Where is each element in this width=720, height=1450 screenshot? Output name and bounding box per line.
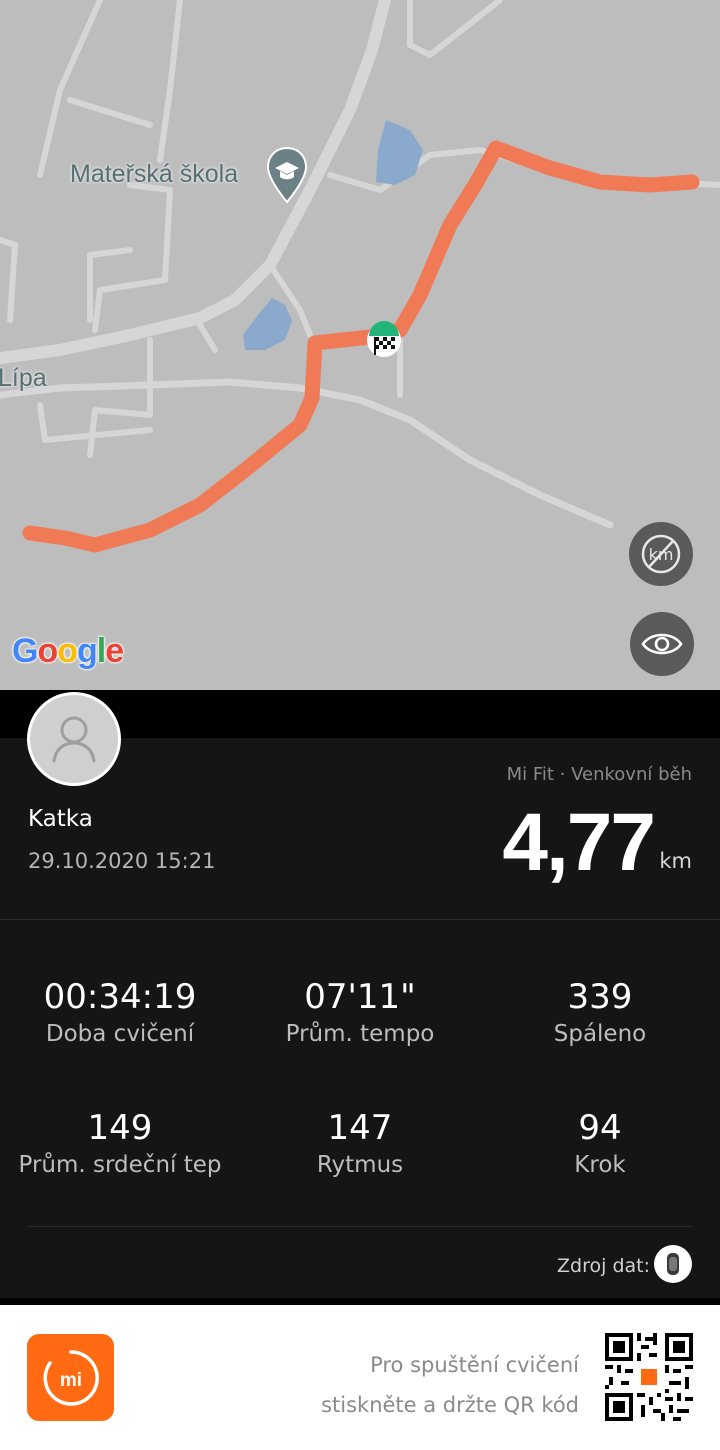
stat-value: 339: [567, 977, 633, 1017]
stat-cadence: 147 Rytmus: [240, 1108, 480, 1178]
stat-heart-rate: 149 Prům. srdeční tep: [0, 1108, 240, 1178]
finish-flag-icon[interactable]: [366, 316, 402, 366]
qr-hint-line: stiskněte a držte QR kód: [321, 1393, 579, 1417]
eye-icon[interactable]: [630, 612, 694, 676]
qr-code-icon[interactable]: [605, 1333, 693, 1421]
stat-label: Rytmus: [316, 1152, 404, 1178]
km-off-icon[interactable]: km: [629, 522, 693, 586]
stat-pace: 07'11" Prům. tempo: [240, 977, 480, 1047]
smartwatch-icon[interactable]: [654, 1245, 692, 1283]
stat-value: 00:34:19: [43, 977, 197, 1017]
user-icon: [52, 716, 96, 763]
google-logo: Google: [12, 632, 124, 670]
workout-datetime: 29.10.2020 15:21: [28, 849, 216, 873]
stat-value: 147: [327, 1108, 393, 1148]
svg-text:mi: mi: [59, 1370, 81, 1391]
map-label-town: Lípa: [0, 364, 47, 392]
data-source-label: Zdroj dat:: [557, 1255, 650, 1277]
share-footer: mi Pro spuštění cvičení stiskněte a držt…: [0, 1305, 720, 1450]
school-pin-icon[interactable]: [266, 146, 308, 204]
distance-value: 4,77: [502, 797, 656, 888]
mi-logo-icon: mi: [27, 1334, 114, 1421]
qr-hint-line: Pro spuštění cvičení: [370, 1353, 579, 1377]
stat-label: Doba cvičení: [45, 1021, 195, 1047]
stat-label: Prům. srdeční tep: [18, 1152, 222, 1178]
avatar[interactable]: [27, 692, 121, 786]
workout-source-title: Mi Fit · Venkovní běh: [506, 764, 692, 785]
divider: [28, 1226, 692, 1227]
qr-hint: Pro spuštění cvičení stiskněte a držte Q…: [321, 1345, 579, 1425]
map-view[interactable]: Mateřská škola Lípa km: [0, 0, 720, 690]
stat-duration: 00:34:19 Doba cvičení: [0, 977, 240, 1047]
divider: [0, 919, 720, 920]
stat-label: Krok: [574, 1152, 626, 1178]
stat-value: 149: [87, 1108, 153, 1148]
stat-value: 07'11": [304, 977, 416, 1017]
route-path: [22, 140, 700, 553]
map-label-school: Mateřská škola: [70, 160, 239, 188]
stat-label: Spáleno: [553, 1021, 647, 1047]
stat-stride: 94 Krok: [480, 1108, 720, 1178]
map-roads: [0, 0, 720, 553]
stat-value: 94: [578, 1108, 622, 1148]
user-name: Katka: [28, 806, 93, 832]
stat-label: Prům. tempo: [285, 1021, 435, 1047]
distance-unit: km: [659, 849, 692, 873]
stat-calories: 339 Spáleno: [480, 977, 720, 1047]
